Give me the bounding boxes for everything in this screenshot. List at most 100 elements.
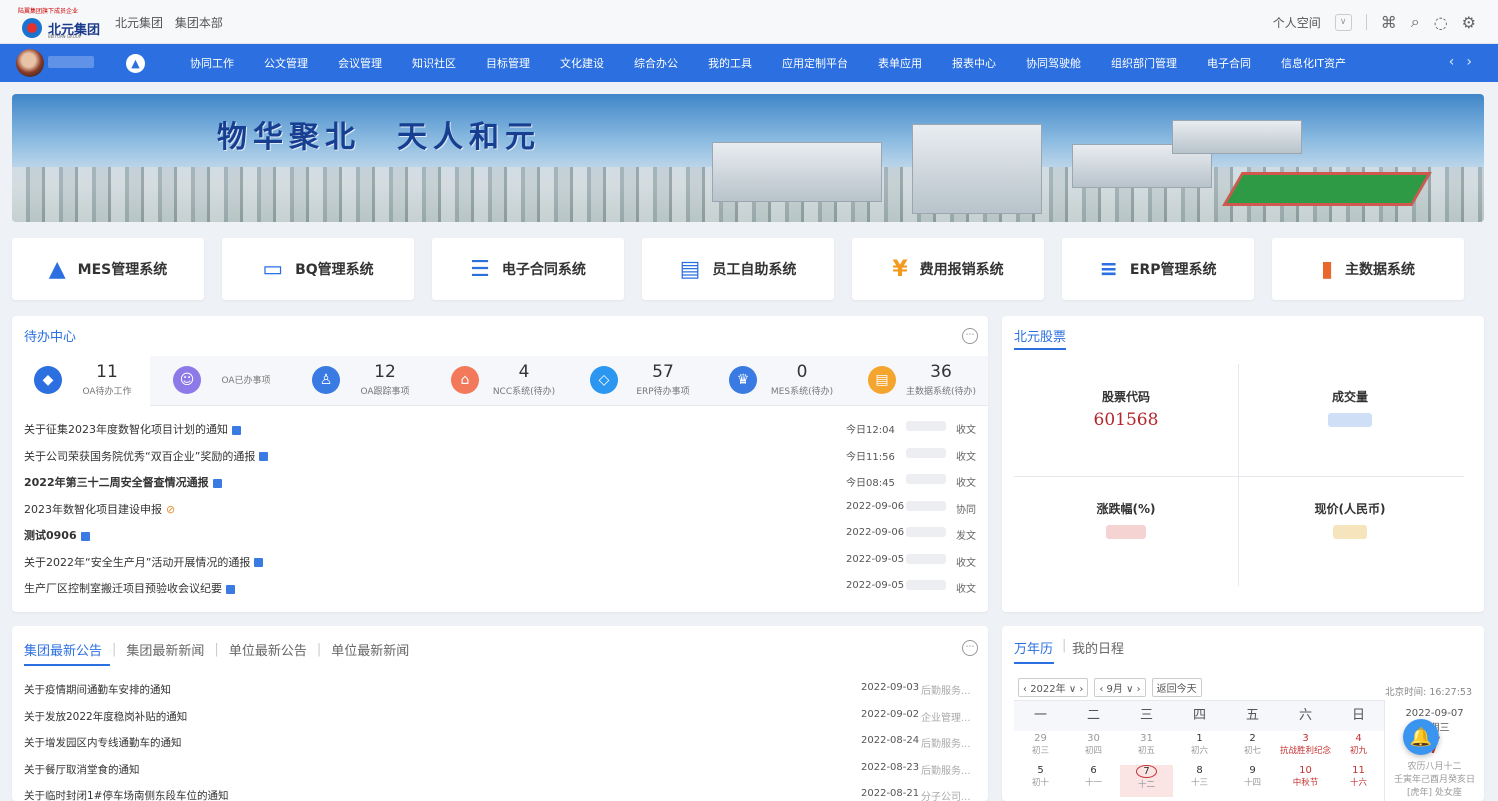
system-shortcut-4[interactable]: ▤ 员工自助系统 (642, 238, 834, 300)
system-shortcut-2[interactable]: ▭ BQ管理系统 (222, 238, 414, 300)
system-shortcut-6[interactable]: ≡ ERP管理系统 (1062, 238, 1254, 300)
calendar-day[interactable]: 5 初十 (1014, 765, 1067, 797)
todo-item[interactable]: 2023年数智化项目建设申报 ⊘ 2022-09-06 协同 (24, 500, 980, 527)
todo-title[interactable]: 关于公司荣获国务院优秀“双百企业”奖励的通报 (24, 448, 269, 464)
tab-group-news[interactable]: 集团最新新闻 (126, 640, 204, 659)
calendar-grid: 一二三四五六日 29 初三 30 初四 31 初五 1 初六 2 初七 3 抗战胜利纪念 4 初九 5 初十 6 十… (1014, 700, 1385, 801)
calendar-day[interactable]: 9 十四 (1226, 765, 1279, 797)
day-number: 6 (1090, 765, 1097, 776)
chevron-left-icon[interactable]: ‹ (1449, 54, 1467, 70)
settings-icon[interactable]: ⚙ (1462, 13, 1476, 32)
chevron-down-icon[interactable]: ∨ (1334, 13, 1352, 31)
todo-stat-6[interactable]: ♛ 0 MES系统(待办) (707, 356, 845, 406)
tab-group-announcements[interactable]: 集团最新公告 (24, 640, 102, 659)
calendar-day[interactable]: 29 初三 (1014, 733, 1067, 765)
calendar-day[interactable]: 1 初六 (1173, 733, 1226, 765)
calendar-day[interactable]: 10 中秋节 (1279, 765, 1332, 797)
month-select[interactable]: ‹ 9月 ∨ › (1094, 678, 1146, 697)
system-shortcut-1[interactable]: ▲ MES管理系统 (12, 238, 204, 300)
news-item[interactable]: 关于疫情期间通勤车安排的通知 2022-09-03 后勤服务... (24, 682, 980, 706)
news-title[interactable]: 关于餐厅取消堂食的通知 (24, 762, 140, 777)
calendar-day[interactable]: 2 初七 (1226, 733, 1279, 765)
todo-stat-5[interactable]: ◇ 57 ERP待办事项 (568, 356, 706, 406)
todo-item[interactable]: 关于2022年“安全生产月”活动开展情况的通报 2022-09-05 收文 (24, 553, 980, 580)
system-shortcut-5[interactable]: ¥ 费用报销系统 (852, 238, 1044, 300)
nav-item[interactable]: 公文管理 (264, 55, 308, 71)
tab-unit-news[interactable]: 单位最新新闻 (331, 640, 409, 659)
more-icon[interactable]: ⋯ (962, 328, 978, 344)
news-item[interactable]: 关于临时封闭1#停车场南侧东段车位的通知 2022-08-21 分子公司... (24, 788, 980, 801)
breadcrumb-item[interactable]: 北元集团 (115, 16, 163, 30)
nav-scroll-arrows[interactable]: ‹› (1449, 54, 1484, 70)
nav-item[interactable]: 我的工具 (708, 55, 752, 71)
back-to-today-button[interactable]: 返回今天 (1151, 678, 1202, 697)
system-shortcut-7[interactable]: ▮ 主数据系统 (1272, 238, 1464, 300)
home-logo-icon[interactable]: ▲ (126, 54, 145, 73)
notification-bell-icon[interactable]: 🔔 (1403, 719, 1439, 755)
todo-stat-4[interactable]: ⌂ 4 NCC系统(待办) (429, 356, 567, 406)
todo-title[interactable]: 关于征集2023年度数智化项目计划的通知 (24, 421, 241, 437)
avatar[interactable] (16, 49, 44, 77)
chat-icon[interactable]: ◌ (1434, 13, 1448, 32)
calendar-day[interactable]: 6 十一 (1067, 765, 1120, 797)
nav-item[interactable]: 应用定制平台 (782, 55, 848, 71)
nav-item[interactable]: 文化建设 (560, 55, 604, 71)
todo-title-text: 生产厂区控制室搬迁项目预验收会议纪要 (24, 582, 222, 595)
tab-unit-announcements[interactable]: 单位最新公告 (229, 640, 307, 659)
calendar-day[interactable]: 3 抗战胜利纪念 (1279, 733, 1332, 765)
breadcrumb-item[interactable]: 集团本部 (175, 16, 223, 30)
nav-item[interactable]: 目标管理 (486, 55, 530, 71)
todo-date: 2022-09-06 (846, 527, 905, 538)
search-icon[interactable]: ⌕ (1411, 12, 1420, 32)
news-title[interactable]: 关于发放2022年度稳岗补贴的通知 (24, 709, 187, 724)
todo-item[interactable]: 关于公司荣获国务院优秀“双百企业”奖励的通报 今日11:56 收文 (24, 447, 980, 474)
tab-calendar[interactable]: 万年历 (1014, 638, 1053, 657)
todo-title[interactable]: 生产厂区控制室搬迁项目预验收会议纪要 (24, 580, 235, 596)
news-item[interactable]: 关于增发园区内专线通勤车的通知 2022-08-24 后勤服务... (24, 735, 980, 759)
todo-stat-2[interactable]: ☺ OA已办事项 (151, 356, 289, 406)
personal-space-label[interactable]: 个人空间 (1273, 14, 1321, 31)
apps-icon[interactable]: ⌘ (1381, 13, 1397, 32)
company-logo[interactable]: 陆翼集团旗下成员企业 北元集团 BEIYUAN GROUP (18, 6, 103, 40)
calendar-day[interactable]: 30 初四 (1067, 733, 1120, 765)
news-item[interactable]: 关于餐厅取消堂食的通知 2022-08-23 后勤服务... (24, 762, 980, 786)
stat-icon: ◆ (34, 366, 62, 394)
todo-stat-1[interactable]: ◆ 11 OA待办工作 (12, 356, 150, 406)
tab-my-schedule[interactable]: 我的日程 (1072, 638, 1124, 657)
calendar-day[interactable]: 8 十三 (1173, 765, 1226, 797)
todo-title[interactable]: 测试0906 (24, 527, 90, 543)
todo-item[interactable]: 2022年第三十二周安全督查情况通报 今日08:45 收文 (24, 474, 980, 500)
more-icon[interactable]: ⋯ (962, 640, 978, 656)
todo-item[interactable]: 关于征集2023年度数智化项目计划的通知 今日12:04 收文 (24, 421, 980, 447)
todo-title[interactable]: 关于2022年“安全生产月”活动开展情况的通报 (24, 554, 264, 570)
news-item[interactable]: 关于发放2022年度稳岗补贴的通知 2022-09-02 企业管理... (24, 709, 980, 733)
day-number: 30 (1087, 733, 1100, 744)
todo-item[interactable]: 测试0906 2022-09-06 发文 (24, 527, 980, 553)
nav-item[interactable]: 电子合同 (1207, 55, 1251, 71)
nav-item[interactable]: 知识社区 (412, 55, 456, 71)
todo-title[interactable]: 2023年数智化项目建设申报 ⊘ (24, 501, 175, 517)
nav-item[interactable]: 信息化IT资产 (1281, 55, 1346, 71)
nav-item[interactable]: 表单应用 (878, 55, 922, 71)
system-shortcut-3[interactable]: ☰ 电子合同系统 (432, 238, 624, 300)
todo-stat-7[interactable]: ▤ 36 主数据系统(待办) (846, 356, 984, 406)
weekday-header: 日 (1332, 701, 1385, 731)
calendar-day[interactable]: 4 初九 (1332, 733, 1385, 765)
calendar-day[interactable]: 31 初五 (1120, 733, 1173, 765)
news-title[interactable]: 关于疫情期间通勤车安排的通知 (24, 682, 171, 697)
calendar-day[interactable]: 11 十六 (1332, 765, 1385, 797)
news-title[interactable]: 关于增发园区内专线通勤车的通知 (24, 735, 182, 750)
todo-title[interactable]: 2022年第三十二周安全督查情况通报 (24, 474, 222, 490)
nav-item[interactable]: 报表中心 (952, 55, 996, 71)
calendar-day[interactable]: 7 十二 (1120, 765, 1173, 797)
nav-item[interactable]: 协同工作 (190, 55, 234, 71)
news-title[interactable]: 关于临时封闭1#停车场南侧东段车位的通知 (24, 788, 228, 801)
todo-item[interactable]: 生产厂区控制室搬迁项目预验收会议纪要 2022-09-05 收文 (24, 580, 980, 606)
nav-item[interactable]: 会议管理 (338, 55, 382, 71)
chevron-right-icon[interactable]: › (1466, 54, 1484, 70)
todo-stat-3[interactable]: ♙ 12 OA跟踪事项 (290, 356, 428, 406)
nav-item[interactable]: 综合办公 (634, 55, 678, 71)
nav-item[interactable]: 协同驾驶舱 (1026, 55, 1081, 71)
nav-item[interactable]: 组织部门管理 (1111, 55, 1177, 71)
year-select[interactable]: ‹ 2022年 ∨ › (1018, 678, 1089, 697)
